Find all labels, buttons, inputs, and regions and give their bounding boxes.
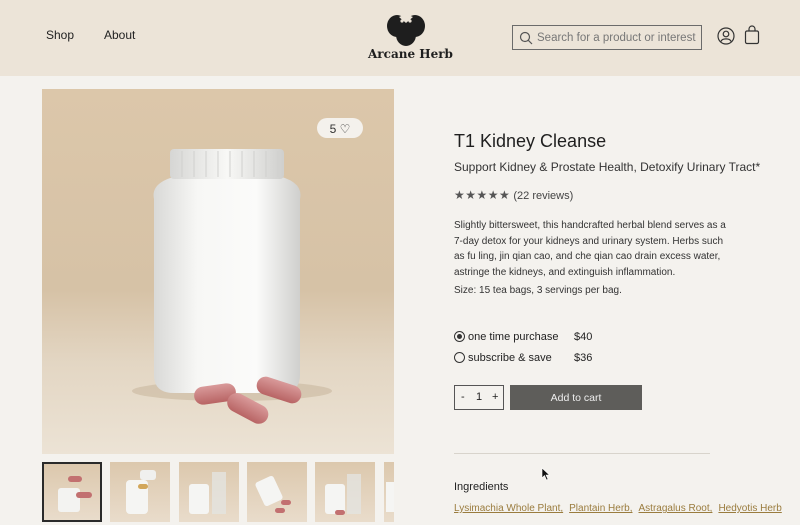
product-rating[interactable]: ★★★★★ (22 reviews) <box>454 188 573 202</box>
leaf-logo-icon <box>387 14 425 46</box>
ingredients-heading: Ingredients <box>454 481 509 493</box>
thumbnail-strip <box>42 462 394 522</box>
section-divider <box>454 453 710 454</box>
pill-bottle-image <box>132 149 332 424</box>
quantity-stepper: - 1 + <box>454 385 504 410</box>
bottle-glass-image <box>325 474 361 515</box>
quantity-increment-button[interactable]: + <box>492 391 498 403</box>
heart-icon: ♡ <box>339 121 351 136</box>
ingredient-link[interactable]: Plantain Herb, <box>569 503 632 514</box>
ingredients-list: Lysimachia Whole Plant, Plantain Herb, Ast… <box>454 503 788 514</box>
option-price: $36 <box>574 352 593 364</box>
quantity-value[interactable]: 1 <box>476 391 482 403</box>
mouse-cursor-icon <box>541 467 551 481</box>
nav-about-link[interactable]: About <box>104 28 135 42</box>
pill-bottle-image <box>58 476 92 512</box>
bottle-glass-image <box>189 472 226 514</box>
product-subtitle: Support Kidney & Prostate Health, Detoxi… <box>454 160 761 174</box>
ingredient-link[interactable]: Astragalus Root, <box>639 503 713 514</box>
option-label: one time purchase <box>468 331 559 343</box>
wishlist-count: 5 <box>329 121 337 136</box>
product-title: T1 Kidney Cleanse <box>454 131 607 151</box>
thumbnail-1[interactable] <box>42 462 102 522</box>
site-header: Shop About Arcane Herb <box>0 0 800 76</box>
user-account-icon[interactable] <box>717 27 735 45</box>
quantity-decrement-button[interactable]: - <box>461 391 465 403</box>
option-subscribe-save[interactable]: subscribe & save <box>454 352 552 364</box>
pill-bottle-image <box>386 482 394 512</box>
star-rating-icon: ★★★★★ <box>454 188 511 202</box>
thumbnail-5[interactable] <box>315 462 375 522</box>
product-size: Size: 15 tea bags, 3 servings per bag. <box>454 285 622 296</box>
pill-bottle-image <box>126 470 156 514</box>
thumbnail-2[interactable] <box>110 462 170 522</box>
thumbnail-4[interactable] <box>247 462 307 522</box>
nav-shop-link[interactable]: Shop <box>46 28 74 42</box>
option-price: $40 <box>574 331 593 343</box>
pill-bottle-image <box>255 475 291 513</box>
option-label: subscribe & save <box>468 352 552 364</box>
thumbnail-6[interactable] <box>384 462 394 522</box>
radio-checked-icon[interactable] <box>454 331 465 342</box>
option-one-time-purchase[interactable]: one time purchase <box>454 331 559 343</box>
shopping-bag-icon[interactable] <box>744 25 760 45</box>
wishlist-button[interactable]: 5 ♡ <box>317 118 363 138</box>
ingredient-link[interactable]: Hedyotis Herb <box>718 503 781 514</box>
brand-logo[interactable]: Arcane Herb <box>368 12 453 64</box>
add-to-cart-button[interactable]: Add to cart <box>510 385 642 410</box>
ingredient-link[interactable]: Lysimachia Whole Plant, <box>454 503 563 514</box>
search-input[interactable] <box>537 28 697 47</box>
review-count[interactable]: (22 reviews) <box>513 190 573 202</box>
search-icon <box>519 31 533 45</box>
radio-unchecked-icon[interactable] <box>454 352 465 363</box>
brand-name: Arcane Herb <box>368 47 453 61</box>
search-box[interactable] <box>512 25 702 50</box>
product-description: Slightly bittersweet, this handcrafted h… <box>454 220 726 278</box>
product-main-image[interactable] <box>42 89 394 454</box>
thumbnail-3[interactable] <box>179 462 239 522</box>
